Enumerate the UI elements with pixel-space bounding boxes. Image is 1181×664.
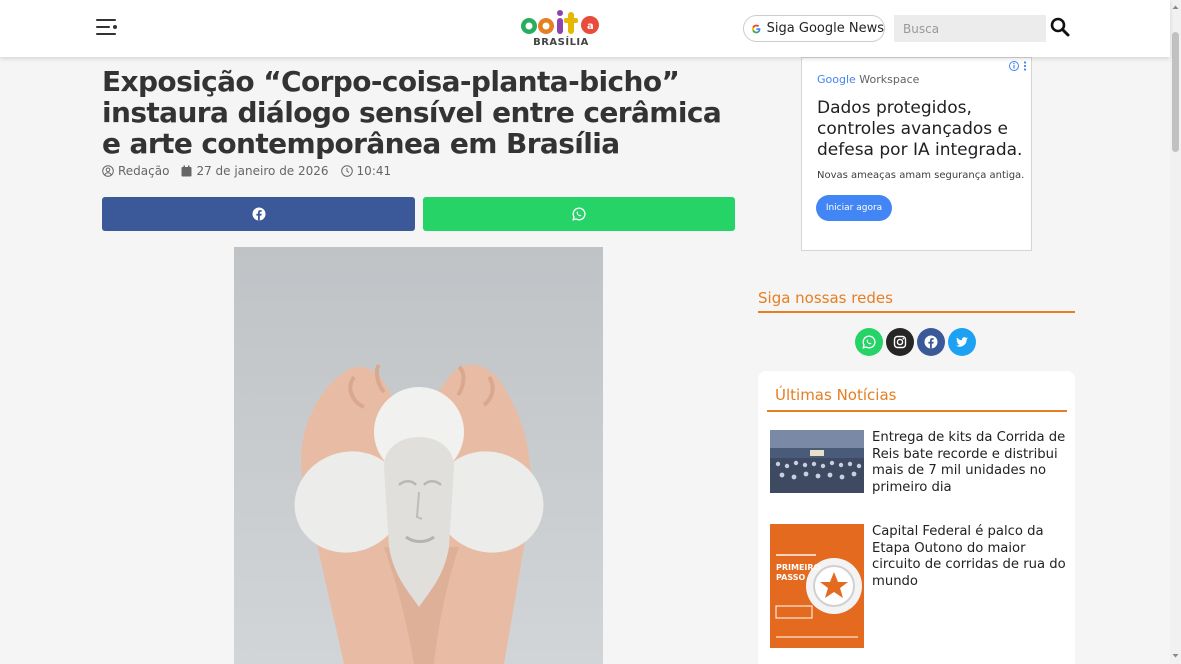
social-instagram-icon[interactable] — [886, 328, 914, 356]
latest-news-title: Últimas Notícias — [775, 386, 897, 404]
ad-choices-icon[interactable] — [1008, 60, 1030, 72]
logo-subtitle: BRASÍLIA — [533, 37, 589, 48]
search-icon[interactable] — [1050, 17, 1072, 39]
news-thumbnail — [770, 430, 864, 493]
date-meta: 27 de janeiro de 2026 — [181, 164, 329, 178]
ad-banner[interactable]: Google Workspace Dados protegidos, contr… — [801, 57, 1032, 251]
menu-icon[interactable] — [96, 17, 118, 37]
latest-news-divider — [767, 410, 1067, 412]
scroll-down-icon[interactable] — [1172, 652, 1179, 659]
ad-brand: Google Workspace — [817, 73, 919, 86]
author-name: Redação — [118, 164, 170, 178]
ad-brand-product: Workspace — [859, 73, 920, 86]
calendar-icon — [181, 165, 192, 177]
social-facebook-icon[interactable] — [917, 328, 945, 356]
ceramic-mask-photo — [234, 247, 603, 664]
social-divider — [758, 311, 1075, 313]
publish-date: 27 de janeiro de 2026 — [196, 164, 329, 178]
publish-time: 10:41 — [356, 164, 392, 178]
scroll-thumb[interactable] — [1172, 32, 1179, 152]
social-twitter-icon[interactable] — [948, 328, 976, 356]
author-meta[interactable]: Redação — [102, 164, 169, 178]
social-whatsapp-icon[interactable] — [855, 328, 883, 356]
article-title: Exposição “Corpo-coisa-planta-bicho” ins… — [102, 65, 722, 160]
news-headline: Entrega de kits da Corrida de Reis bate … — [872, 430, 1066, 495]
ad-cta-button[interactable]: Iniciar agora — [816, 195, 892, 221]
scroll-up-icon[interactable] — [1172, 4, 1179, 11]
share-whatsapp-button[interactable] — [423, 197, 735, 231]
list-item[interactable]: Entrega de kits da Corrida de Reis bate … — [770, 430, 1066, 496]
facebook-icon — [252, 207, 265, 221]
whatsapp-icon — [572, 207, 586, 221]
google-news-button[interactable]: Siga Google News — [743, 15, 885, 42]
user-icon — [102, 165, 114, 177]
list-item[interactable]: PRIMEIRO PASSO Capital Federal é palco da… — [770, 524, 1066, 648]
svg-text:a: a — [587, 21, 593, 32]
social-icons — [855, 328, 979, 356]
article-hero-image — [234, 247, 603, 664]
logo-wordmark: a — [520, 9, 602, 37]
site-header: a BRASÍLIA Siga Google News — [0, 0, 1170, 57]
clock-icon — [340, 165, 353, 177]
ad-headline: Dados protegidos, controles avançados e … — [817, 98, 1023, 160]
site-logo[interactable]: a BRASÍLIA — [520, 9, 602, 49]
page-scrollbar[interactable] — [1170, 0, 1181, 664]
ad-subtext: Novas ameaças amam segurança antiga. — [817, 170, 1025, 181]
share-facebook-button[interactable] — [102, 197, 415, 231]
search-input[interactable] — [894, 15, 1046, 42]
social-section-title: Siga nossas redes — [758, 289, 893, 307]
time-meta: 10:41 — [340, 164, 392, 178]
news-headline: Capital Federal é palco da Etapa Outono … — [872, 524, 1066, 589]
article-meta: Redação 27 de janeiro de 2026 10:41 — [102, 163, 403, 179]
ad-brand-google: Google — [817, 73, 856, 86]
logo-graphic: a — [521, 10, 599, 34]
google-g-icon — [752, 24, 761, 33]
google-news-label: Siga Google News — [766, 21, 884, 36]
news-thumbnail: PRIMEIRO PASSO — [770, 524, 864, 648]
